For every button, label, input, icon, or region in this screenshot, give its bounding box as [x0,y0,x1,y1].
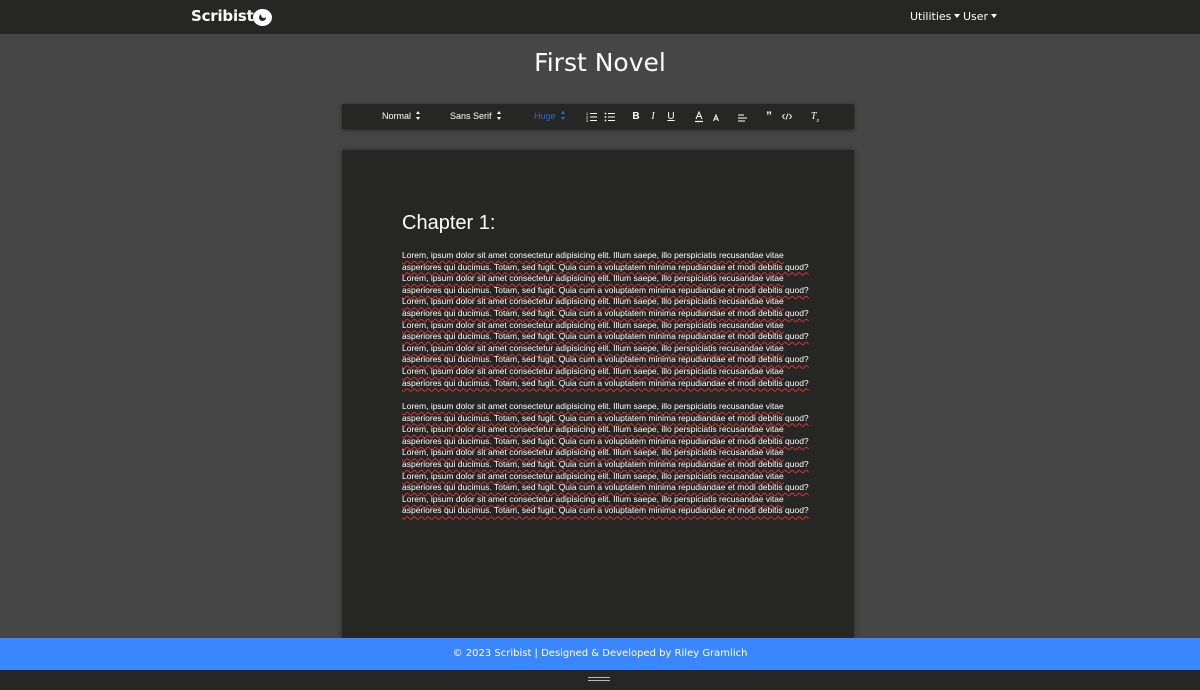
svg-text:3: 3 [586,118,589,123]
paragraph-line: Lorem, ipsum dolor sit amet consectetur … [402,273,784,284]
font-picker[interactable]: Sans Serif [450,111,502,121]
clear-formatting-button[interactable]: Tx [809,110,821,124]
chapter-heading: Chapter 1: [402,212,496,234]
bottom-bar [0,670,1200,690]
paragraph-line: Lorem, ipsum dolor sit amet consectetur … [402,493,784,504]
font-picker-label: Sans Serif [450,111,492,121]
paragraph-line: Lorem, ipsum dolor sit amet consectetur … [402,342,784,353]
paragraph-line: asperiores qui ducimus. Totam, sed fugit… [402,307,809,318]
paragraph-line: asperiores qui ducimus. Totam, sed fugit… [402,377,809,388]
size-picker-label: Huge [534,111,556,121]
align-button[interactable] [736,110,748,123]
paragraph-1: Lorem, ipsum dolor sit amet consectetur … [402,250,822,389]
editor-toolbar: Normal Sans Serif Huge 1 2 3 B I U ” Tx [342,104,854,129]
code-block-button[interactable] [781,110,793,123]
theme-toggle-icon[interactable] [253,9,272,26]
paragraph-line: asperiores qui ducimus. Totam, sed fugit… [402,435,809,446]
paragraph-line: asperiores qui ducimus. Totam, sed fugit… [402,412,809,423]
blockquote-button[interactable]: ” [763,110,775,123]
bullet-list-icon [604,112,615,122]
background-color-button[interactable] [710,110,722,123]
quote-icon: ” [766,109,772,123]
underline-button[interactable]: U [665,110,677,123]
brand-logo[interactable]: Scribist [191,7,254,25]
code-icon [781,113,793,120]
bold-icon: B [632,111,640,122]
header-picker[interactable]: Normal [382,111,421,121]
paragraph-line: Lorem, ipsum dolor sit amet consectetur … [402,424,784,435]
size-picker[interactable]: Huge [534,111,566,121]
align-left-icon [738,114,747,122]
resize-handle-icon[interactable] [588,677,610,682]
paragraph-2: Lorem, ipsum dolor sit amet consectetur … [402,401,822,517]
footer-text: © 2023 Scribist | Designed & Developed b… [452,648,748,659]
paragraph-line: asperiores qui ducimus. Totam, sed fugit… [402,505,809,516]
italic-button[interactable]: I [647,110,659,123]
utilities-menu[interactable]: Utilities [910,10,961,23]
text-color-icon [695,110,703,123]
utilities-menu-label: Utilities [910,10,952,23]
paragraph-line: Lorem, ipsum dolor sit amet consectetur … [402,319,784,330]
paragraph-line: Lorem, ipsum dolor sit amet consectetur … [402,447,784,458]
paragraph-line: asperiores qui ducimus. Totam, sed fugit… [402,482,809,493]
editor-page[interactable]: Chapter 1: Lorem, ipsum dolor sit amet c… [342,150,854,638]
navbar: Scribist Utilities User [0,0,1200,34]
text-color-button[interactable] [693,110,705,123]
clear-format-icon: Tx [810,111,820,124]
updown-icon [416,111,421,120]
paragraph-line: asperiores qui ducimus. Totam, sed fugit… [402,284,809,295]
paragraph-line: Lorem, ipsum dolor sit amet consectetur … [402,470,784,481]
ordered-list-button[interactable]: 1 2 3 [586,110,598,123]
chevron-down-icon [954,14,961,18]
paragraph-line: asperiores qui ducimus. Totam, sed fugit… [402,331,809,342]
italic-icon: I [651,111,655,122]
chevron-down-icon [991,14,998,18]
highlight-icon [713,113,719,122]
underline-icon: U [667,111,675,122]
paragraph-line: Lorem, ipsum dolor sit amet consectetur … [402,250,784,260]
paragraph-line: Lorem, ipsum dolor sit amet consectetur … [402,296,784,307]
paragraph-line: asperiores qui ducimus. Totam, sed fugit… [402,458,809,469]
header-picker-label: Normal [382,111,412,121]
paragraph-line: asperiores qui ducimus. Totam, sed fugit… [402,354,809,365]
bullet-list-button[interactable] [604,110,616,123]
user-menu[interactable]: User [963,10,998,23]
paragraph-line: asperiores qui ducimus. Totam, sed fugit… [402,261,809,272]
paragraph-line: Lorem, ipsum dolor sit amet consectetur … [402,365,784,376]
footer: © 2023 Scribist | Designed & Developed b… [0,638,1200,670]
updown-icon [496,111,502,120]
bold-button[interactable]: B [630,110,642,123]
updown-icon [560,111,566,120]
document-title: First Novel [534,48,666,77]
paragraph-line: Lorem, ipsum dolor sit amet consectetur … [402,401,784,411]
ordered-list-icon: 1 2 3 [586,111,597,123]
user-menu-label: User [963,10,989,23]
